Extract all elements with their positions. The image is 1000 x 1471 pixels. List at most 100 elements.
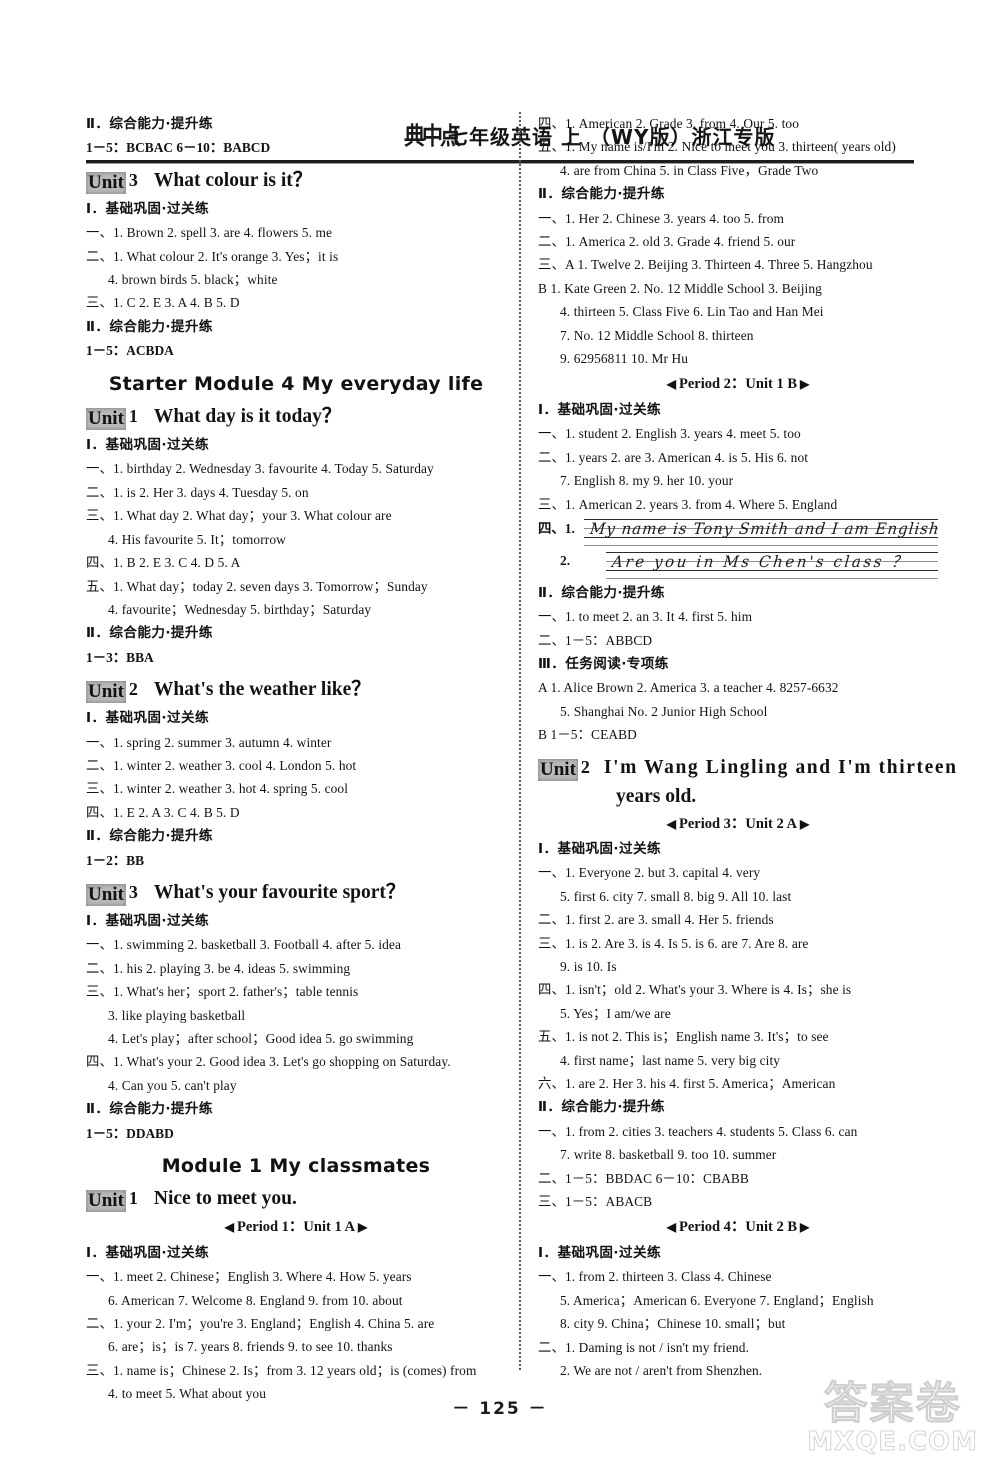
section-heading: Ⅰ．基础巩固·过关练 (86, 1244, 209, 1261)
handwriting-answer-row: 2. Are you in Ms Chen's class ？ (538, 549, 938, 579)
answer-line: 6. American 7. Welcome 8. England 9. fro… (108, 1292, 403, 1308)
answer-line: 一、1. to meet 2. an 3. It 4. first 5. him (538, 609, 753, 625)
period-label: Period 4：Unit 2 B (678, 1219, 797, 1236)
answer-line: 二、1. first 2. are 3. small 4. Her 5. fri… (538, 912, 774, 928)
section-heading: Ⅱ．综合能力·提升练 (86, 116, 213, 132)
unit-title: What colour is it？ (153, 169, 313, 191)
answer-line: 一、1. Brown 2. spell 3. are 4. flowers 5.… (86, 225, 333, 241)
answer-line: 五、1. is not 2. This is；English name 3. I… (538, 1029, 829, 1045)
answer-line: 8. city 9. China；Chinese 10. small；but (560, 1316, 786, 1332)
answer-line: 9. is 10. Is (560, 959, 617, 974)
unit-heading: Unit 1 What day is it today？ (86, 403, 506, 431)
answer-line: 一、1. from 2. thirteen 3. Class 4. Chines… (538, 1269, 772, 1285)
answer-line: 9. 62956811 10. Mr Hu (560, 351, 689, 367)
period-marker: ◀ Period 2：Unit 1 B ▶ (538, 373, 938, 396)
module-heading: Module 1 My classmates (161, 1155, 431, 1178)
answer-line: 四、1. American 2. Grade 3. from 4. Our 5.… (538, 116, 799, 131)
unit-title-line2: years old. (616, 785, 697, 807)
section-heading: Ⅱ．综合能力·提升练 (86, 318, 213, 335)
answer-line: 二、1. your 2. I'm；you're 3. England；Engli… (86, 1316, 435, 1332)
handwritten-text: Are you in Ms Chen's class ？ (611, 552, 911, 572)
answer-line: 4. brown birds 5. black；white (108, 272, 278, 288)
answer-line: 一、1. birthday 2. Wednesday 3. favourite … (86, 461, 434, 477)
answer-line: 一、1. meet 2. Chinese；English 3. Where 4.… (86, 1269, 412, 1285)
answer-key-line: 1－2：BB (86, 852, 145, 868)
answer-key-line: 1－5：DDABD (86, 1125, 174, 1141)
section-heading: Ⅰ．基础巩固·过关练 (86, 710, 209, 727)
answer-line: 二、1. Daming is not / isn't my friend. (538, 1339, 750, 1355)
period-label: Period 1：Unit 1 A (236, 1219, 355, 1236)
answer-line: 五、1. What day；today 2. seven days 3. Tom… (86, 578, 428, 594)
answer-line: 三、1. What day 2. What day；your 3. What c… (86, 508, 392, 524)
answer-key-line: 1－5：BCBAC 6－10：BABCD (86, 140, 271, 156)
unit-title: Nice to meet you. (153, 1188, 297, 1210)
section-heading: Ⅱ．综合能力·提升练 (86, 1101, 213, 1118)
answer-key-line: 1－5：ACBDA (86, 343, 174, 359)
section-heading: Ⅱ．综合能力·提升练 (86, 625, 213, 642)
unit-heading: Unit 3 What's your favourite sport？ (86, 879, 506, 907)
answer-line: 4. first name；last name 5. very big city (560, 1052, 781, 1068)
period-marker: ◀ Period 3：Unit 2 A ▶ (538, 813, 938, 836)
answer-line: 三、1. American 2. years 3. from 4. Where … (538, 496, 838, 512)
handwritten-text: My name is Tony Smith and I am English (589, 519, 941, 539)
section-heading: Ⅰ．基础巩固·过关练 (86, 912, 209, 929)
answer-key-line: 1－3：BBA (86, 649, 154, 665)
period-label: Period 2：Unit 1 B (678, 376, 797, 393)
answer-line: 一、1. swimming 2. basketball 3. Football … (86, 937, 402, 953)
triangle-right-icon: ▶ (797, 1220, 810, 1235)
answer-line: 二、1－5：BBDAC 6－10：CBABB (538, 1170, 749, 1186)
module-heading: Starter Module 4 My everyday life (108, 372, 484, 395)
unit-badge: Unit (86, 681, 126, 704)
answer-line: 4. Can you 5. can't play (108, 1077, 237, 1093)
section-heading: Ⅰ．基础巩固·过关练 (538, 1244, 661, 1261)
answer-line: B 1. Kate Green 2. No. 12 Middle School … (538, 280, 822, 296)
answer-line: 六、1. are 2. Her 3. his 4. first 5. Ameri… (538, 1076, 836, 1092)
answer-line: 四、1. B 2. E 3. C 4. D 5. A (86, 555, 241, 571)
unit-title: What's the weather like？ (153, 679, 371, 701)
answer-line: 三、1. What's her；sport 2. father's；table … (86, 984, 359, 1000)
unit-title: What day is it today？ (153, 406, 342, 428)
watermark-site: MXQE.COM (807, 1427, 978, 1457)
answer-line: 二、1. What colour 2. It's orange 3. Yes；i… (86, 248, 339, 264)
unit-heading: Unit 2 What's the weather like？ (86, 676, 506, 704)
column-divider (519, 112, 521, 1370)
answer-line: 五、1. My name is/I'm 2. Nice to meet you … (538, 139, 896, 155)
handwriting-answer-row: 四、1. My name is Tony Smith and I am Engli… (538, 517, 941, 547)
triangle-right-icon: ▶ (797, 377, 810, 392)
writing-guide-lines: My name is Tony Smith and I am English (584, 517, 941, 547)
answer-line: 7. English 8. my 9. her 10. your (560, 473, 734, 489)
answer-line: 一、1. Everyone 2. but 3. capital 4. very (538, 865, 761, 881)
answer-line: 四、1. E 2. A 3. C 4. B 5. D (86, 804, 240, 820)
answer-line: 4. thirteen 5. Class Five 6. Lin Tao and… (560, 304, 824, 320)
answer-line: 7. No. 12 Middle School 8. thirteen (560, 327, 754, 343)
answer-line: 5. Shanghai No. 2 Junior High School (560, 703, 768, 719)
answer-line: 三、1. name is；Chinese 2. Is；from 3. 12 ye… (86, 1362, 477, 1378)
unit-badge: Unit (86, 171, 126, 194)
section-heading: Ⅱ．综合能力·提升练 (538, 186, 665, 203)
answer-line: 2. We are not / aren't from Shenzhen. (560, 1362, 763, 1378)
section-heading: Ⅰ．基础巩固·过关练 (538, 840, 661, 857)
answer-line: 三、1－5：ABACB (538, 1194, 653, 1210)
answer-line: 三、1. is 2. Are 3. is 4. Is 5. is 6. are … (538, 935, 809, 951)
answer-line: 四、1. isn't；old 2. What's your 3. Where i… (538, 982, 852, 998)
section-heading: Ⅰ．基础巩固·过关练 (86, 437, 209, 454)
unit-title: I'm Wang Lingling and I'm thirteen (603, 756, 958, 778)
period-marker: ◀ Period 4：Unit 2 B ▶ (538, 1216, 938, 1239)
section-heading: Ⅱ．综合能力·提升练 (86, 828, 213, 845)
right-column: 四、1. American 2. Grade 3. from 4. Our 5.… (538, 112, 956, 1382)
answer-line: 一、1. spring 2. summer 3. autumn 4. winte… (86, 734, 332, 750)
unit-badge: Unit (86, 883, 126, 906)
answer-line: 二、1. is 2. Her 3. days 4. Tuesday 5. on (86, 484, 309, 500)
unit-title: What's your favourite sport？ (153, 881, 406, 903)
unit-number: 1 (128, 1188, 138, 1209)
unit-number: 3 (128, 169, 138, 190)
guide-line (584, 545, 938, 547)
triangle-left-icon: ◀ (666, 1220, 679, 1235)
answer-line: 4. His favourite 5. It；tomorrow (108, 531, 286, 547)
page-number: － 125 － (452, 1399, 548, 1419)
section-heading: Ⅱ．综合能力·提升练 (538, 584, 665, 601)
answer-line: 三、1. winter 2. weather 3. hot 4. spring … (86, 781, 349, 797)
answer-line: 二、1. his 2. playing 3. be 4. ideas 5. sw… (86, 960, 351, 976)
answer-line: 5. first 6. city 7. small 8. big 9. All … (560, 888, 792, 904)
answer-line: 5. America；American 6. Everyone 7. Engla… (560, 1292, 874, 1308)
